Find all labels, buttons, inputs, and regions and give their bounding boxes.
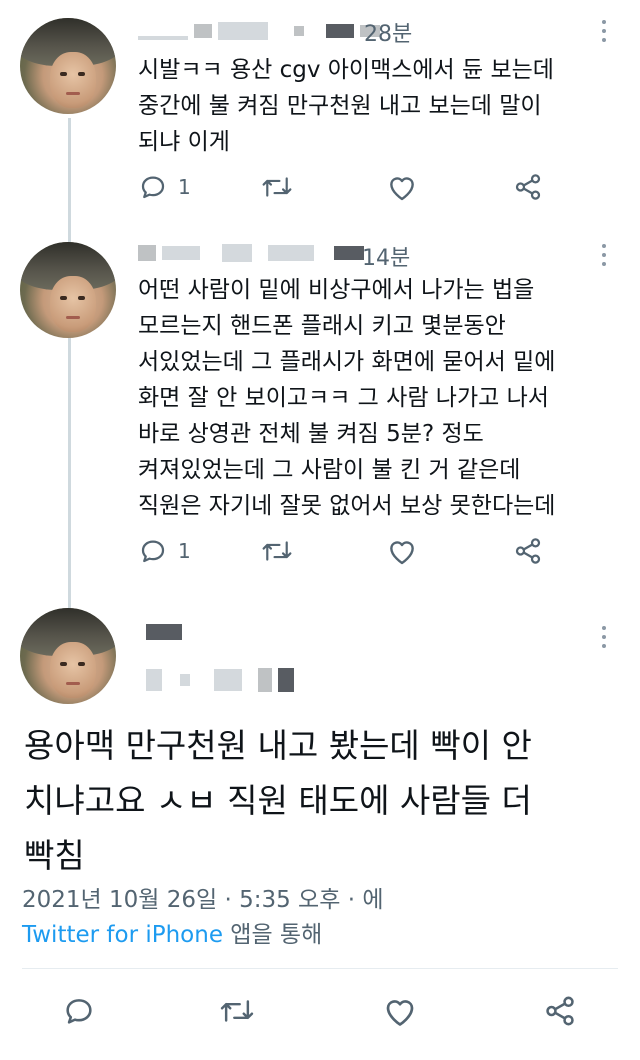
like-button[interactable]	[382, 994, 418, 1028]
reply-count: 1	[178, 539, 191, 563]
tweet-text: 시발ㅋㅋ 용산 cgv 아이맥스에서 듄 보는데 중간에 불 켜짐 만구천원 내…	[138, 57, 554, 155]
retweet-icon	[262, 541, 292, 561]
reply-button[interactable]	[62, 994, 96, 1028]
tweet-source: Twitter for iPhone 앱을 통해	[22, 915, 322, 949]
reply-button[interactable]: 1	[138, 536, 191, 566]
retweet-button[interactable]	[218, 994, 256, 1028]
main-tweet-text: 용아맥 만구천원 내고 봤는데 빡이 안 치냐고요 ㅅㅂ 직원 태도에 사람들 …	[24, 726, 532, 875]
share-button[interactable]	[512, 536, 544, 566]
share-button[interactable]	[512, 172, 544, 202]
blurred-username[interactable]	[138, 22, 380, 40]
like-icon	[390, 541, 414, 565]
reply-icon	[66, 999, 92, 1024]
share-icon	[515, 538, 541, 564]
reply-icon	[141, 176, 165, 199]
tweet-time[interactable]: 14분	[362, 240, 410, 272]
avatar[interactable]	[20, 242, 116, 338]
tweet-text: 어떤 사람이 밑에 비상구에서 나가는 법을 모르는지 핸드폰 플래시 키고 몇…	[138, 277, 556, 519]
like-icon	[390, 177, 414, 201]
tweet-timestamp[interactable]: 2021년 10월 26일 · 5:35 오후 · 에	[22, 880, 383, 914]
avatar[interactable]	[20, 18, 116, 114]
share-button[interactable]	[542, 994, 578, 1028]
blurred-username[interactable]	[138, 244, 364, 262]
tweet-time[interactable]: 28분	[364, 16, 412, 48]
retweet-button[interactable]	[260, 536, 294, 566]
retweet-icon	[220, 1000, 254, 1022]
share-icon	[546, 996, 574, 1026]
like-icon	[386, 1000, 414, 1026]
like-button[interactable]	[386, 536, 418, 566]
more-icon[interactable]	[601, 244, 607, 266]
reply-button[interactable]: 1	[138, 172, 191, 202]
source-app-link[interactable]: Twitter for iPhone	[22, 922, 223, 948]
retweet-icon	[262, 177, 292, 197]
divider	[22, 968, 618, 969]
share-icon	[515, 174, 541, 200]
more-icon[interactable]	[601, 626, 607, 648]
blurred-username[interactable]	[146, 668, 294, 692]
retweet-button[interactable]	[260, 172, 294, 202]
thread-line	[68, 118, 71, 608]
more-icon[interactable]	[601, 20, 607, 42]
blurred-display-name[interactable]	[146, 624, 182, 640]
reply-count: 1	[178, 175, 191, 199]
avatar[interactable]	[20, 608, 116, 704]
source-suffix: 앱을 통해	[222, 922, 323, 948]
reply-icon	[141, 540, 165, 563]
like-button[interactable]	[386, 172, 418, 202]
